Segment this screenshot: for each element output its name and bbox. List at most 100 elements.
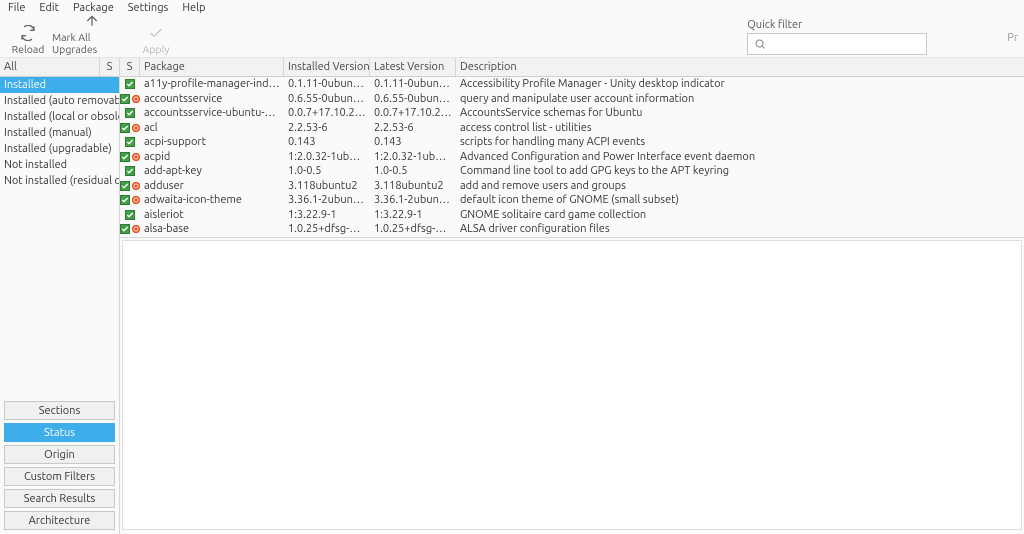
status-filter-item[interactable]: Installed (auto removable) — [0, 93, 119, 109]
status-button[interactable]: Status — [4, 423, 115, 442]
status-filter-list: InstalledInstalled (auto removable)Insta… — [0, 77, 119, 189]
table-row[interactable]: acpi-support0.1430.143scripts for handli… — [120, 135, 1024, 150]
cell-installed-version: 3.118ubuntu2 — [284, 180, 370, 192]
package-detail-pane — [122, 240, 1022, 531]
installed-check-icon — [125, 210, 135, 220]
cell-package: adduser — [140, 180, 284, 192]
table-row[interactable]: adduser3.118ubuntu23.118ubuntu2add and r… — [120, 179, 1024, 194]
cell-description: access control list - utilities — [456, 122, 1024, 134]
cell-installed-version: 0.1.11-0ubuntu4 — [284, 78, 370, 90]
sections-button[interactable]: Sections — [4, 401, 115, 420]
cell-package: adwaita-icon-theme — [140, 194, 284, 206]
cell-package: acpid — [140, 151, 284, 163]
left-buttons: Sections Status Origin Custom Filters Se… — [0, 397, 119, 534]
status-filter-item[interactable]: Installed (upgradable) — [0, 141, 119, 157]
cell-latest-version: 0.0.7+17.10.20170616 — [370, 107, 456, 119]
col-description[interactable]: Description — [456, 58, 1024, 76]
apply-button[interactable]: Apply — [132, 25, 180, 55]
status-filter-item[interactable]: Installed (local or obsolete) — [0, 109, 119, 125]
cell-package: accountsservice-ubuntu-schema — [140, 107, 284, 119]
cell-description: AccountsService schemas for Ubuntu — [456, 107, 1024, 119]
cell-description: ALSA driver configuration files — [456, 223, 1024, 235]
installed-check-icon — [125, 166, 135, 176]
cell-package: acpi-support — [140, 136, 284, 148]
cell-latest-version: 1.0.25+dfsg-0ubunt — [370, 223, 456, 235]
cell-installed-version: 1.0-0.5 — [284, 165, 370, 177]
table-row[interactable]: acpid1:2.0.32-1ubuntu11:2.0.32-1ubuntu1A… — [120, 150, 1024, 165]
status-filter-item[interactable]: Not installed — [0, 157, 119, 173]
installed-check-icon — [125, 137, 135, 147]
apply-label: Apply — [143, 43, 170, 55]
cell-package: add-apt-key — [140, 165, 284, 177]
menu-settings[interactable]: Settings — [128, 2, 169, 14]
architecture-button[interactable]: Architecture — [4, 511, 115, 530]
ubuntu-origin-icon — [131, 152, 141, 162]
table-header: S Package Installed Version Latest Versi… — [120, 58, 1024, 77]
cell-installed-version: 1.0.25+dfsg-0ubunt — [284, 223, 370, 235]
cell-latest-version: 1.0-0.5 — [370, 165, 456, 177]
installed-check-icon — [125, 79, 135, 89]
menubar: File Edit Package Settings Help — [0, 0, 1024, 16]
col-status[interactable]: S — [120, 58, 140, 76]
search-icon — [754, 38, 766, 50]
properties-button[interactable]: Pr — [1007, 32, 1018, 44]
installed-check-icon — [120, 152, 130, 162]
custom-filters-button[interactable]: Custom Filters — [4, 467, 115, 486]
body: All S InstalledInstalled (auto removable… — [0, 58, 1024, 534]
right-panel: S Package Installed Version Latest Versi… — [120, 58, 1024, 534]
cell-installed-version: 0.6.55-0ubuntu12~2 — [284, 93, 370, 105]
col-package[interactable]: Package — [140, 58, 284, 76]
table-row[interactable]: accountsservice-ubuntu-schema0.0.7+17.10… — [120, 106, 1024, 121]
cell-package: acl — [140, 122, 284, 134]
menu-help[interactable]: Help — [182, 2, 205, 14]
status-filter-item[interactable]: Not installed (residual config) — [0, 173, 119, 189]
cell-description: query and manipulate user account inform… — [456, 93, 1024, 105]
upgrade-icon — [84, 13, 100, 29]
cell-installed-version: 1:2.0.32-1ubuntu1 — [284, 151, 370, 163]
cell-installed-version: 1:3.22.9-1 — [284, 209, 370, 221]
cell-latest-version: 2.2.53-6 — [370, 122, 456, 134]
apply-icon — [148, 25, 164, 41]
reload-icon — [20, 25, 36, 41]
cell-description: default icon theme of GNOME (small subse… — [456, 194, 1024, 206]
table-row[interactable]: a11y-profile-manager-indicator0.1.11-0ub… — [120, 77, 1024, 92]
cell-description: add and remove users and groups — [456, 180, 1024, 192]
cell-installed-version: 2.2.53-6 — [284, 122, 370, 134]
cell-description: Command line tool to add GPG keys to the… — [456, 165, 1024, 177]
cell-installed-version: 0.0.7+17.10.20170616 — [284, 107, 370, 119]
col-latest-version[interactable]: Latest Version — [370, 58, 456, 76]
left-header-s[interactable]: S — [100, 58, 119, 76]
origin-button[interactable]: Origin — [4, 445, 115, 464]
package-table: S Package Installed Version Latest Versi… — [120, 58, 1024, 238]
left-header-all[interactable]: All — [0, 58, 100, 76]
quick-filter-input[interactable] — [747, 33, 927, 55]
search-results-button[interactable]: Search Results — [4, 489, 115, 508]
cell-installed-version: 0.143 — [284, 136, 370, 148]
table-row[interactable]: accountsservice0.6.55-0ubuntu12~20.6.55-… — [120, 92, 1024, 107]
mark-all-upgrades-button[interactable]: Mark All Upgrades — [52, 13, 132, 55]
cell-latest-version: 0.1.11-0ubuntu4 — [370, 78, 456, 90]
cell-latest-version: 3.118ubuntu2 — [370, 180, 456, 192]
ubuntu-origin-icon — [131, 181, 141, 191]
table-row[interactable]: add-apt-key1.0-0.51.0-0.5Command line to… — [120, 164, 1024, 179]
reload-button[interactable]: Reload — [4, 25, 52, 55]
status-filter-item[interactable]: Installed — [0, 77, 119, 93]
cell-description: scripts for handling many ACPI events — [456, 136, 1024, 148]
mark-all-label: Mark All Upgrades — [52, 31, 132, 55]
table-row[interactable]: adwaita-icon-theme3.36.1-2ubuntu0.203.36… — [120, 193, 1024, 208]
table-row[interactable]: acl2.2.53-62.2.53-6access control list -… — [120, 121, 1024, 136]
cell-package: accountsservice — [140, 93, 284, 105]
cell-package: aisleriot — [140, 209, 284, 221]
cell-latest-version: 0.6.55-0ubuntu12~2 — [370, 93, 456, 105]
table-row[interactable]: aisleriot1:3.22.9-11:3.22.9-1GNOME solit… — [120, 208, 1024, 223]
menu-file[interactable]: File — [8, 2, 25, 14]
installed-check-icon — [120, 224, 130, 234]
cell-latest-version: 3.36.1-2ubuntu0.20 — [370, 194, 456, 206]
cell-latest-version: 0.143 — [370, 136, 456, 148]
quick-filter-label: Quick filter — [747, 19, 927, 31]
cell-description: Accessibility Profile Manager - Unity de… — [456, 78, 1024, 90]
toolbar: Reload Mark All Upgrades Apply Quick fil… — [0, 16, 1024, 58]
table-row[interactable]: alsa-base1.0.25+dfsg-0ubunt1.0.25+dfsg-0… — [120, 222, 1024, 237]
col-installed-version[interactable]: Installed Version — [284, 58, 370, 76]
status-filter-item[interactable]: Installed (manual) — [0, 125, 119, 141]
